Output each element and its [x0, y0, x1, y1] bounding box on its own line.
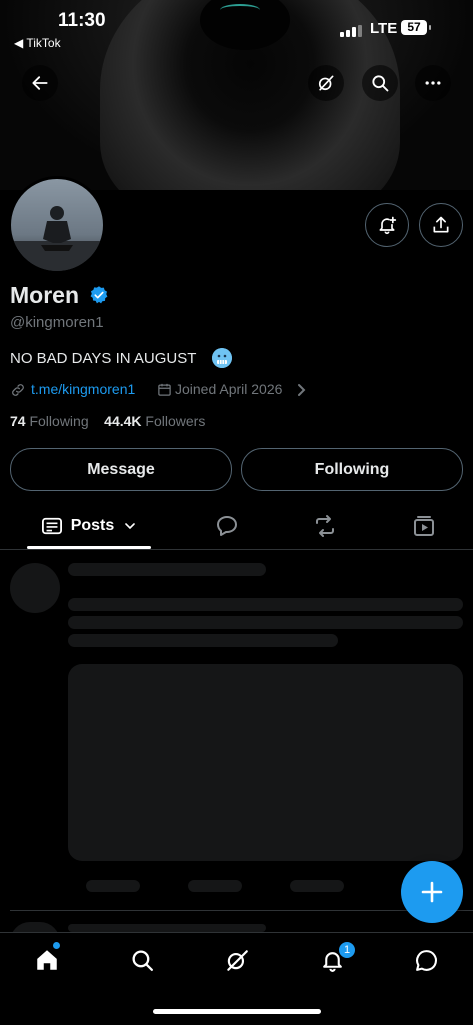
back-to-app-link[interactable]: ◀ TikTok	[14, 36, 61, 50]
network-label: LTE	[370, 20, 398, 37]
skeleton-line	[68, 634, 338, 647]
followers-label: Followers	[145, 413, 206, 429]
search-icon	[372, 75, 389, 92]
skeleton-avatar	[10, 563, 60, 613]
skeleton-action	[86, 880, 140, 892]
video-media-icon	[414, 516, 434, 536]
back-button[interactable]	[22, 65, 58, 101]
notification-count-badge: 1	[338, 941, 356, 959]
link-icon	[12, 384, 24, 396]
message-button[interactable]: Message	[10, 448, 232, 491]
tab-posts-label: Posts	[70, 517, 115, 534]
skeleton-action	[188, 880, 242, 892]
divider	[10, 910, 473, 911]
home-unread-dot	[53, 942, 60, 949]
skeleton-line	[68, 563, 266, 576]
avatar-figure-image	[11, 206, 103, 271]
followers-stat[interactable]: 44.4K Followers	[104, 413, 205, 429]
message-bubble-icon	[415, 949, 437, 971]
signal-icon	[340, 25, 362, 37]
profile-handle: @kingmoren1	[10, 314, 104, 331]
home-icon	[37, 950, 57, 970]
following-stat[interactable]: 74 Following	[10, 413, 89, 429]
grok-button[interactable]	[308, 65, 344, 101]
follow-stats: 74 Following 44.4K Followers	[10, 413, 205, 429]
grok-icon	[227, 950, 248, 971]
skeleton-line	[68, 924, 266, 932]
reply-bubble-icon	[217, 516, 237, 536]
following-count: 74	[10, 413, 26, 429]
arrow-left-icon	[32, 76, 48, 90]
status-time: 11:30	[58, 10, 106, 31]
joined-date: Joined April 2026	[175, 381, 283, 397]
posts-feed-icon	[41, 517, 62, 535]
tab-replies[interactable]	[212, 503, 242, 549]
active-tab-indicator	[27, 546, 151, 549]
nav-grok[interactable]	[222, 945, 252, 975]
profile-name: Moren	[10, 282, 79, 308]
home-indicator-bar[interactable]	[153, 1009, 321, 1014]
following-label: Following	[29, 413, 89, 429]
verified-badge-icon	[90, 286, 108, 304]
share-icon	[433, 216, 449, 233]
profile-meta: t.me/kingmoren1 Joined April 2026	[10, 381, 470, 399]
tab-media[interactable]	[409, 503, 439, 549]
grok-icon	[318, 75, 334, 91]
plus-icon	[421, 881, 443, 903]
skeleton-action	[290, 880, 344, 892]
repost-icon	[316, 515, 334, 537]
chevron-right-icon[interactable]	[295, 383, 307, 397]
more-options-button[interactable]	[415, 65, 451, 101]
skeleton-media	[68, 664, 463, 861]
profile-bio: NO BAD DAYS IN AUGUST	[10, 350, 197, 367]
bell-plus-icon	[379, 216, 397, 235]
battery-icon: 57	[401, 20, 431, 35]
profile-link[interactable]: t.me/kingmoren1	[31, 381, 135, 397]
profile-tabs: Posts	[0, 503, 473, 550]
skeleton-line	[68, 598, 463, 611]
search-button[interactable]	[362, 65, 398, 101]
search-icon	[132, 950, 153, 971]
more-horizontal-icon	[425, 81, 441, 85]
nav-search[interactable]	[127, 945, 157, 975]
nav-messages[interactable]	[411, 945, 441, 975]
chevron-down-icon	[125, 523, 136, 530]
cold-face-emoji-icon	[212, 348, 232, 368]
compose-post-button[interactable]	[401, 861, 463, 923]
skeleton-line	[68, 616, 463, 629]
share-button[interactable]	[419, 203, 463, 247]
nav-home[interactable]	[32, 945, 62, 975]
following-button[interactable]: Following	[241, 448, 463, 491]
avatar[interactable]	[8, 176, 106, 274]
followers-count: 44.4K	[104, 413, 142, 429]
calendar-icon	[158, 383, 171, 396]
notifications-subscribe-button[interactable]	[365, 203, 409, 247]
tab-reposts[interactable]	[310, 503, 340, 549]
status-bar: 11:30 ◀ TikTok LTE 57	[0, 8, 473, 50]
tab-posts[interactable]: Posts	[27, 503, 151, 549]
